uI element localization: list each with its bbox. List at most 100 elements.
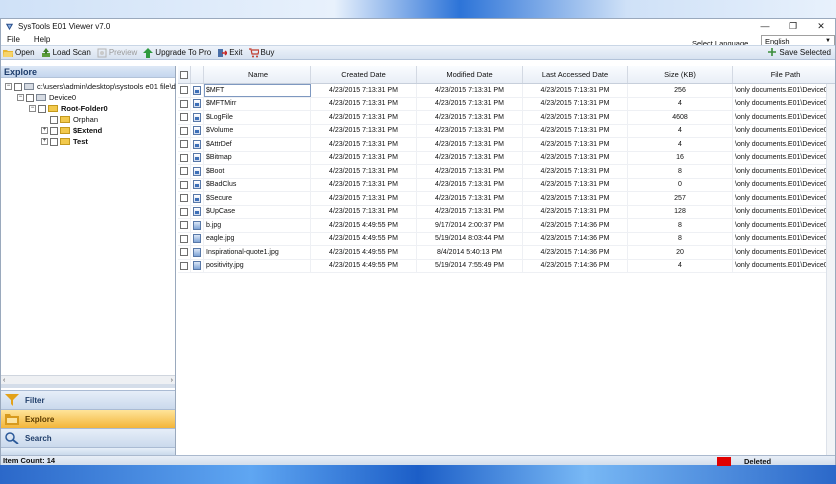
- image-file-icon: [193, 261, 201, 271]
- image-file-icon: [193, 234, 201, 244]
- column-header-size[interactable]: Size (KB): [628, 66, 733, 83]
- row-checkbox[interactable]: [180, 126, 188, 135]
- cell-size: 4608: [628, 111, 733, 124]
- open-button[interactable]: Open: [3, 48, 35, 58]
- system-file-icon: [193, 166, 201, 176]
- chevron-down-icon: ▼: [825, 38, 831, 44]
- table-row[interactable]: $Secure 4/23/2015 7:13:31 PM 4/23/2015 7:1…: [178, 192, 835, 206]
- exit-button[interactable]: Exit: [217, 48, 243, 58]
- cell-accessed: 4/23/2015 7:13:31 PM: [523, 178, 628, 191]
- save-selected-button[interactable]: Save Selected: [767, 47, 831, 57]
- column-header-created[interactable]: Created Date: [311, 66, 417, 83]
- preview-button[interactable]: Preview: [97, 48, 137, 58]
- cell-name: $Secure: [204, 192, 311, 205]
- file-type-icon-cell: [191, 165, 204, 178]
- row-checkbox[interactable]: [180, 167, 188, 176]
- cell-modified: 5/19/2014 7:55:49 PM: [417, 259, 523, 272]
- row-checkbox[interactable]: [180, 86, 188, 95]
- row-checkbox-cell: [178, 219, 191, 232]
- table-row[interactable]: eagle.jpg 4/23/2015 4:49:55 PM 5/19/2014 8…: [178, 232, 835, 246]
- table-row[interactable]: positivity.jpg 4/23/2015 4:49:55 PM 5/19/2…: [178, 259, 835, 273]
- tree-checkbox[interactable]: [50, 137, 58, 146]
- column-header-name[interactable]: Name: [204, 66, 311, 83]
- collapse-icon[interactable]: −: [29, 105, 36, 112]
- tree-horizontal-scrollbar[interactable]: ‹ ›: [1, 375, 175, 384]
- collapse-icon[interactable]: −: [5, 83, 12, 90]
- nav-overflow-bar: [1, 447, 175, 455]
- tree-checkbox[interactable]: [50, 115, 58, 124]
- tree-node-root-folder[interactable]: − Root-Folder0: [29, 104, 108, 113]
- panel-splitter[interactable]: [1, 384, 175, 388]
- cell-name: $AttrDef: [204, 138, 311, 151]
- row-checkbox[interactable]: [180, 99, 188, 108]
- menu-file[interactable]: File: [7, 35, 20, 44]
- nav-search[interactable]: Search: [1, 428, 175, 447]
- row-checkbox[interactable]: [180, 194, 188, 203]
- maximize-button[interactable]: ❐: [779, 19, 807, 33]
- column-header-modified[interactable]: Modified Date: [417, 66, 523, 83]
- row-checkbox[interactable]: [180, 180, 188, 189]
- row-checkbox[interactable]: [180, 113, 188, 122]
- buy-button[interactable]: Buy: [248, 47, 275, 58]
- tree-checkbox[interactable]: [14, 82, 22, 91]
- column-header-path[interactable]: File Path: [733, 66, 835, 83]
- cell-created: 4/23/2015 4:49:55 PM: [311, 246, 417, 259]
- item-count: Item Count: 14: [3, 456, 56, 465]
- row-checkbox[interactable]: [180, 248, 188, 257]
- tree-node-test[interactable]: + Test: [41, 137, 88, 146]
- tree-checkbox[interactable]: [26, 93, 34, 102]
- cell-path: \only documents.E01\Device0\R: [733, 111, 835, 124]
- cell-name: $MFTMirr: [204, 97, 311, 110]
- table-row[interactable]: Inspirational-quote1.jpg 4/23/2015 4:49:5…: [178, 246, 835, 260]
- row-checkbox[interactable]: [180, 221, 188, 230]
- tree-node-orphan[interactable]: Orphan: [50, 115, 98, 124]
- table-row[interactable]: $MFT 4/23/2015 7:13:31 PM 4/23/2015 7:13:3…: [178, 84, 835, 98]
- upgrade-button[interactable]: Upgrade To Pro: [143, 47, 211, 58]
- cell-accessed: 4/23/2015 7:13:31 PM: [523, 124, 628, 137]
- cell-modified: 4/23/2015 7:13:31 PM: [417, 151, 523, 164]
- scroll-right-icon[interactable]: ›: [171, 377, 173, 384]
- load-scan-button[interactable]: Load Scan: [41, 47, 91, 58]
- icon-column-header: [191, 66, 204, 83]
- table-row[interactable]: $AttrDef 4/23/2015 7:13:31 PM 4/23/2015 7:…: [178, 138, 835, 152]
- table-row[interactable]: $Volume 4/23/2015 7:13:31 PM 4/23/2015 7:1…: [178, 124, 835, 138]
- scroll-left-icon[interactable]: ‹: [3, 377, 5, 384]
- row-checkbox[interactable]: [180, 261, 188, 270]
- tree-checkbox[interactable]: [50, 126, 58, 135]
- menu-help[interactable]: Help: [34, 35, 50, 44]
- nav-explore[interactable]: Explore: [1, 409, 175, 428]
- row-checkbox[interactable]: [180, 207, 188, 216]
- table-row[interactable]: $Bitmap 4/23/2015 7:13:31 PM 4/23/2015 7:1…: [178, 151, 835, 165]
- expand-icon[interactable]: +: [41, 127, 48, 134]
- table-row[interactable]: $UpCase 4/23/2015 7:13:31 PM 4/23/2015 7:1…: [178, 205, 835, 219]
- cell-size: 16: [628, 151, 733, 164]
- system-file-icon: [193, 139, 201, 149]
- table-row[interactable]: $BadClus 4/23/2015 7:13:31 PM 4/23/2015 7:…: [178, 178, 835, 192]
- cell-name: $Boot: [204, 165, 311, 178]
- row-checkbox-cell: [178, 97, 191, 110]
- column-header-accessed[interactable]: Last Accessed Date: [523, 66, 628, 83]
- table-row[interactable]: $MFTMirr 4/23/2015 7:13:31 PM 4/23/2015 7:…: [178, 97, 835, 111]
- table-row[interactable]: b.jpg 4/23/2015 4:49:55 PM 9/17/2014 2:00:…: [178, 219, 835, 233]
- cell-accessed: 4/23/2015 7:14:36 PM: [523, 246, 628, 259]
- table-row[interactable]: $Boot 4/23/2015 7:13:31 PM 4/23/2015 7:13:…: [178, 165, 835, 179]
- tree-node-root[interactable]: − c:\users\admin\desktop\systools e01 fi…: [5, 82, 176, 91]
- collapse-icon[interactable]: −: [17, 94, 24, 101]
- row-checkbox[interactable]: [180, 153, 188, 162]
- file-type-icon-cell: [191, 219, 204, 232]
- tree-node-extend[interactable]: + $Extend: [41, 126, 102, 135]
- tree-node-device[interactable]: − Device0: [17, 93, 76, 102]
- expand-icon[interactable]: +: [41, 138, 48, 145]
- minimize-button[interactable]: —: [751, 19, 779, 33]
- table-row[interactable]: $LogFile 4/23/2015 7:13:31 PM 4/23/2015 7:…: [178, 111, 835, 125]
- nav-filter[interactable]: Filter: [1, 390, 175, 409]
- row-checkbox[interactable]: [180, 140, 188, 149]
- buy-label: Buy: [260, 48, 275, 57]
- grid-vertical-scrollbar[interactable]: [826, 84, 835, 455]
- select-all-checkbox[interactable]: [180, 70, 188, 79]
- select-all-checkbox-cell[interactable]: [178, 66, 191, 83]
- close-button[interactable]: ✕: [807, 19, 835, 33]
- tree-checkbox[interactable]: [38, 104, 46, 113]
- row-checkbox[interactable]: [180, 234, 188, 243]
- cell-modified: 4/23/2015 7:13:31 PM: [417, 138, 523, 151]
